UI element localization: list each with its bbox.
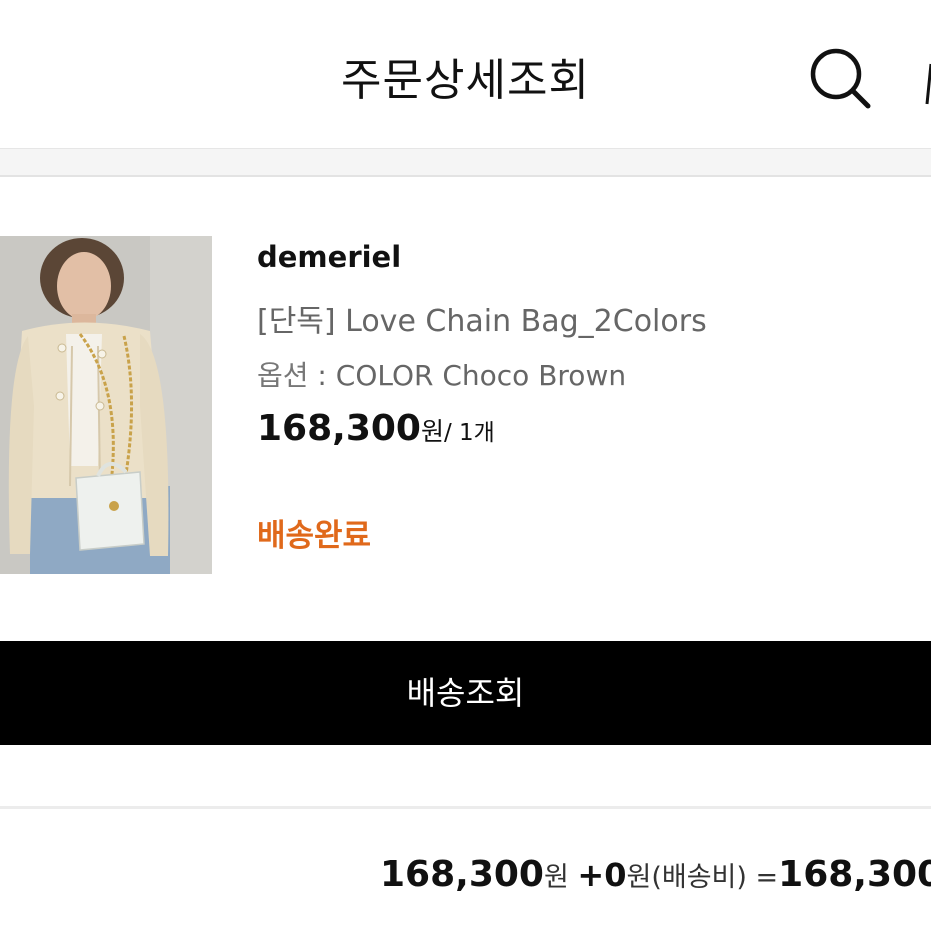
product-option: 옵션 : COLOR Choco Brown [257, 354, 626, 394]
order-total-summary: 168,300원 +0원(배송비) =168,300 [380, 854, 931, 895]
grand-total: 168,300 [778, 854, 931, 895]
page-title: 주문상세조회 [341, 55, 590, 106]
option-label: 옵션 [257, 359, 309, 392]
product-thumbnail[interactable] [0, 236, 212, 574]
track-delivery-button[interactable]: 배송조회 [0, 641, 931, 745]
search-button[interactable] [806, 44, 872, 110]
section-divider [0, 148, 931, 177]
product-total: 168,300 [380, 854, 544, 895]
equals-sign: = [755, 862, 779, 893]
delivery-status: 배송완료 [257, 518, 372, 554]
quantity: / 1개 [443, 420, 495, 446]
product-total-unit: 원 [543, 862, 569, 893]
option-value: COLOR Choco Brown [335, 359, 627, 392]
bag-icon[interactable] [924, 62, 931, 106]
product-name[interactable]: [단독] Love Chain Bag_2Colors [257, 296, 707, 340]
search-icon [810, 48, 871, 109]
brand-name: demeriel [257, 240, 402, 274]
shipping-label: 원(배송비) [626, 862, 747, 893]
item-price: 168,300 [257, 408, 421, 449]
product-photo [0, 236, 212, 574]
price-line: 168,300원/ 1개 [257, 408, 495, 449]
option-separator: : [308, 359, 336, 392]
shipping-plus: +0 [577, 856, 627, 894]
price-unit: 원 [420, 417, 444, 446]
app-header: 주문상세조회 [0, 0, 931, 148]
divider [0, 806, 931, 809]
